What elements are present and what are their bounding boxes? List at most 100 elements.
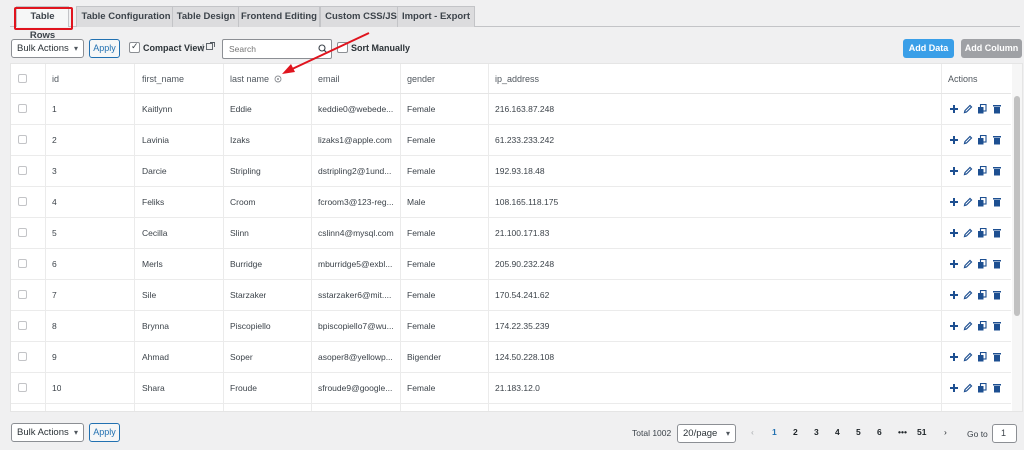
delete-icon[interactable] bbox=[992, 352, 1002, 362]
column-header-email[interactable]: email bbox=[318, 64, 340, 94]
add-row-icon[interactable] bbox=[949, 352, 959, 362]
row-checkbox[interactable] bbox=[18, 259, 27, 268]
cell-last-name: Froude bbox=[230, 383, 257, 393]
delete-icon[interactable] bbox=[992, 166, 1002, 176]
prev-page-icon[interactable]: ‹ bbox=[751, 427, 754, 437]
tab-custom-css-js[interactable]: Custom CSS/JS bbox=[320, 6, 402, 27]
scrollbar[interactable] bbox=[1012, 64, 1022, 411]
row-checkbox[interactable] bbox=[18, 383, 27, 392]
cell-id: 10 bbox=[52, 383, 62, 393]
edit-icon[interactable] bbox=[963, 290, 973, 300]
tab-frontend-editing[interactable]: Frontend Editing bbox=[238, 6, 320, 27]
row-checkbox[interactable] bbox=[18, 321, 27, 330]
add-row-icon[interactable] bbox=[949, 228, 959, 238]
duplicate-icon[interactable] bbox=[977, 104, 987, 114]
page-number[interactable]: 4 bbox=[835, 427, 840, 437]
column-header-last-name[interactable]: last name bbox=[230, 64, 269, 94]
scrollbar-thumb[interactable] bbox=[1014, 96, 1020, 316]
column-settings-icon[interactable] bbox=[274, 75, 282, 83]
edit-icon[interactable] bbox=[963, 228, 973, 238]
external-link-icon[interactable] bbox=[206, 42, 215, 51]
cell-first-name: Darcie bbox=[142, 166, 167, 176]
row-checkbox[interactable] bbox=[18, 135, 27, 144]
apply-button-bottom[interactable]: Apply bbox=[89, 423, 120, 442]
edit-icon[interactable] bbox=[963, 197, 973, 207]
add-row-icon[interactable] bbox=[949, 290, 959, 300]
page-number[interactable]: 3 bbox=[814, 427, 819, 437]
table-row: 6 Merls Burridge mburridge5@exbl... Female 20… bbox=[11, 249, 1011, 280]
page-ellipsis[interactable]: ••• bbox=[898, 427, 907, 437]
add-row-icon[interactable] bbox=[949, 259, 959, 269]
tab-table-configuration[interactable]: Table Configuration bbox=[76, 6, 176, 27]
page-number[interactable]: 5 bbox=[856, 427, 861, 437]
cell-ip-address: 174.22.35.239 bbox=[495, 321, 550, 331]
edit-icon[interactable] bbox=[963, 321, 973, 331]
cell-last-name: Eddie bbox=[230, 104, 252, 114]
add-row-icon[interactable] bbox=[949, 321, 959, 331]
delete-icon[interactable] bbox=[992, 383, 1002, 393]
add-data-button[interactable]: Add Data bbox=[903, 39, 954, 58]
page-number[interactable]: 6 bbox=[877, 427, 882, 437]
sort-manually-checkbox[interactable] bbox=[337, 42, 348, 53]
duplicate-icon[interactable] bbox=[977, 166, 987, 176]
delete-icon[interactable] bbox=[992, 228, 1002, 238]
column-header-id[interactable]: id bbox=[52, 64, 59, 94]
edit-icon[interactable] bbox=[963, 352, 973, 362]
duplicate-icon[interactable] bbox=[977, 259, 987, 269]
table-row: 10 Shara Froude sfroude9@google... Female 21.… bbox=[11, 373, 1011, 404]
tab-import-export[interactable]: Import - Export bbox=[397, 6, 475, 27]
row-checkbox[interactable] bbox=[18, 197, 27, 206]
duplicate-icon[interactable] bbox=[977, 228, 987, 238]
edit-icon[interactable] bbox=[963, 259, 973, 269]
page-number[interactable]: 2 bbox=[793, 427, 798, 437]
add-row-icon[interactable] bbox=[949, 104, 959, 114]
row-checkbox[interactable] bbox=[18, 104, 27, 113]
row-checkbox[interactable] bbox=[18, 166, 27, 175]
search-field[interactable] bbox=[222, 39, 332, 59]
delete-icon[interactable] bbox=[992, 104, 1002, 114]
tab-table-design[interactable]: Table Design bbox=[172, 6, 240, 27]
page-number[interactable]: 1 bbox=[772, 427, 777, 437]
add-row-icon[interactable] bbox=[949, 135, 959, 145]
select-all-checkbox[interactable] bbox=[18, 74, 27, 83]
column-header-ip-address[interactable]: ip_address bbox=[495, 64, 539, 94]
add-column-button[interactable]: Add Column bbox=[961, 39, 1022, 58]
tab-table-rows[interactable]: Table Rows bbox=[16, 6, 69, 41]
search-input[interactable] bbox=[229, 44, 317, 54]
column-header-gender[interactable]: gender bbox=[407, 64, 435, 94]
apply-button[interactable]: Apply bbox=[89, 39, 120, 58]
add-row-icon[interactable] bbox=[949, 166, 959, 176]
delete-icon[interactable] bbox=[992, 197, 1002, 207]
edit-icon[interactable] bbox=[963, 104, 973, 114]
duplicate-icon[interactable] bbox=[977, 197, 987, 207]
row-checkbox[interactable] bbox=[18, 352, 27, 361]
compact-view-checkbox[interactable] bbox=[129, 41, 140, 53]
cell-gender: Female bbox=[407, 166, 436, 176]
page-number[interactable]: 51 bbox=[917, 427, 926, 437]
duplicate-icon[interactable] bbox=[977, 321, 987, 331]
cell-first-name: Ahmad bbox=[142, 352, 169, 362]
edit-icon[interactable] bbox=[963, 383, 973, 393]
page-size-select[interactable]: 20/page ▾ bbox=[677, 424, 736, 443]
cell-email: fcroom3@123-reg... bbox=[318, 197, 394, 207]
delete-icon[interactable] bbox=[992, 321, 1002, 331]
edit-icon[interactable] bbox=[963, 166, 973, 176]
duplicate-icon[interactable] bbox=[977, 290, 987, 300]
duplicate-icon[interactable] bbox=[977, 352, 987, 362]
column-header-first-name[interactable]: first_name bbox=[142, 64, 184, 94]
goto-input[interactable]: 1 bbox=[992, 424, 1017, 443]
add-row-icon[interactable] bbox=[949, 383, 959, 393]
bulk-actions-select[interactable]: Bulk Actions ▾ bbox=[11, 39, 84, 58]
next-page-icon[interactable]: › bbox=[944, 427, 947, 437]
delete-icon[interactable] bbox=[992, 290, 1002, 300]
row-checkbox[interactable] bbox=[18, 228, 27, 237]
delete-icon[interactable] bbox=[992, 135, 1002, 145]
duplicate-icon[interactable] bbox=[977, 135, 987, 145]
edit-icon[interactable] bbox=[963, 135, 973, 145]
delete-icon[interactable] bbox=[992, 259, 1002, 269]
add-row-icon[interactable] bbox=[949, 197, 959, 207]
row-checkbox[interactable] bbox=[18, 290, 27, 299]
cell-gender: Female bbox=[407, 104, 436, 114]
duplicate-icon[interactable] bbox=[977, 383, 987, 393]
bulk-actions-select-bottom[interactable]: Bulk Actions ▾ bbox=[11, 423, 84, 442]
